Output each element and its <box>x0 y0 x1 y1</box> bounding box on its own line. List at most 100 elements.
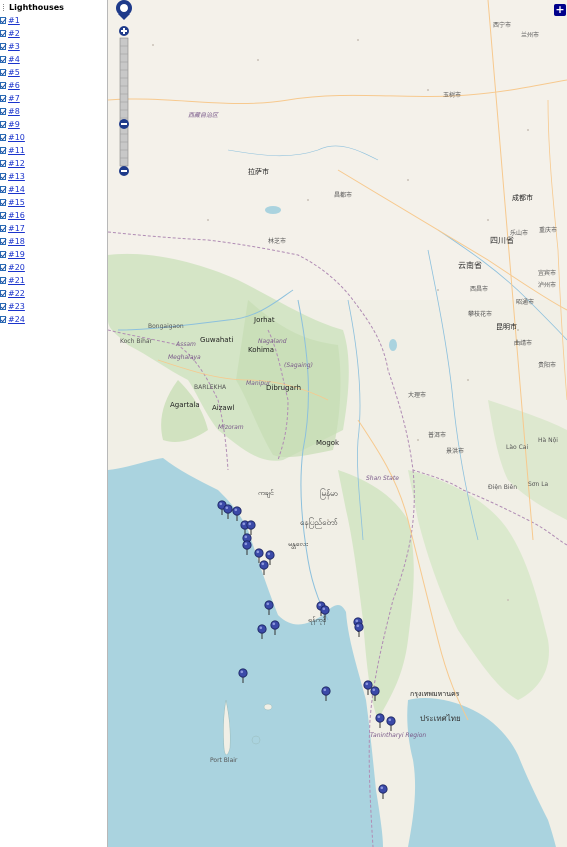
layer-title: Lighthouses <box>0 0 107 14</box>
lighthouse-list-item[interactable]: #6 <box>0 79 107 92</box>
checkbox-checked-icon[interactable] <box>0 108 6 115</box>
label-lanzhou: 兰州市 <box>521 32 540 39</box>
lighthouse-marker-icon[interactable] <box>242 540 252 556</box>
lighthouse-list-item[interactable]: #22 <box>0 287 107 300</box>
lighthouse-list-item[interactable]: #18 <box>0 235 107 248</box>
checkbox-checked-icon[interactable] <box>0 134 6 141</box>
lighthouse-link[interactable]: #1 <box>8 14 20 27</box>
checkbox-checked-icon[interactable] <box>0 264 6 271</box>
pan-control[interactable] <box>116 0 132 20</box>
lighthouse-list-item[interactable]: #2 <box>0 27 107 40</box>
checkbox-checked-icon[interactable] <box>0 56 6 63</box>
lighthouse-list-item[interactable]: #19 <box>0 248 107 261</box>
checkbox-checked-icon[interactable] <box>0 251 6 258</box>
lighthouse-link[interactable]: #20 <box>8 261 25 274</box>
checkbox-checked-icon[interactable] <box>0 225 6 232</box>
zoom-out-button[interactable] <box>119 166 129 176</box>
lighthouse-link[interactable]: #16 <box>8 209 25 222</box>
lighthouse-marker-icon[interactable] <box>378 784 388 800</box>
checkbox-checked-icon[interactable] <box>0 186 6 193</box>
lighthouse-link[interactable]: #13 <box>8 170 25 183</box>
lighthouse-link[interactable]: #6 <box>8 79 20 92</box>
lighthouse-link[interactable]: #22 <box>8 287 25 300</box>
lighthouse-link[interactable]: #23 <box>8 300 25 313</box>
lighthouse-marker-icon[interactable] <box>238 668 248 684</box>
lighthouse-marker-icon[interactable] <box>259 560 269 576</box>
lighthouse-link[interactable]: #4 <box>8 53 20 66</box>
lighthouse-link[interactable]: #2 <box>8 27 20 40</box>
label-mizoram: Mizoram <box>218 424 244 431</box>
lighthouse-marker-icon[interactable] <box>320 605 330 621</box>
checkbox-checked-icon[interactable] <box>0 316 6 323</box>
lighthouse-link[interactable]: #12 <box>8 157 25 170</box>
lighthouse-list-item[interactable]: #16 <box>0 209 107 222</box>
lighthouse-list-item[interactable]: #14 <box>0 183 107 196</box>
lighthouse-marker-icon[interactable] <box>264 600 274 616</box>
checkbox-checked-icon[interactable] <box>0 277 6 284</box>
lighthouse-list-item[interactable]: #11 <box>0 144 107 157</box>
checkbox-checked-icon[interactable] <box>0 69 6 76</box>
lighthouse-list-item[interactable]: #8 <box>0 105 107 118</box>
label-agartala: Agartala <box>170 401 200 409</box>
lighthouse-link[interactable]: #8 <box>8 105 20 118</box>
checkbox-checked-icon[interactable] <box>0 173 6 180</box>
lighthouse-marker-icon[interactable] <box>375 713 385 729</box>
lighthouse-list-item[interactable]: #5 <box>0 66 107 79</box>
lighthouse-list-item[interactable]: #4 <box>0 53 107 66</box>
lighthouse-list-item[interactable]: #21 <box>0 274 107 287</box>
lighthouse-link[interactable]: #21 <box>8 274 25 287</box>
checkbox-checked-icon[interactable] <box>0 147 6 154</box>
zoom-slider-track[interactable] <box>119 37 129 167</box>
lighthouse-list-item[interactable]: #23 <box>0 300 107 313</box>
checkbox-checked-icon[interactable] <box>0 121 6 128</box>
lighthouse-list-item[interactable]: #12 <box>0 157 107 170</box>
checkbox-checked-icon[interactable] <box>0 30 6 37</box>
lighthouse-list-item[interactable]: #17 <box>0 222 107 235</box>
lighthouse-link[interactable]: #17 <box>8 222 25 235</box>
lighthouse-link[interactable]: #18 <box>8 235 25 248</box>
lighthouse-list-item[interactable]: #13 <box>0 170 107 183</box>
label-dibrugarh: Dibrugarh <box>266 384 302 392</box>
lighthouse-link[interactable]: #19 <box>8 248 25 261</box>
lighthouse-marker-icon[interactable] <box>354 622 364 638</box>
zoom-slider-handle[interactable] <box>119 119 129 129</box>
lighthouse-list-item[interactable]: #20 <box>0 261 107 274</box>
layer-switcher-button[interactable]: + <box>554 4 566 16</box>
lighthouse-list-item[interactable]: #10 <box>0 131 107 144</box>
lighthouse-link[interactable]: #14 <box>8 183 25 196</box>
lighthouse-link[interactable]: #24 <box>8 313 25 326</box>
lighthouse-marker-icon[interactable] <box>321 686 331 702</box>
lighthouse-list-item[interactable]: #15 <box>0 196 107 209</box>
checkbox-checked-icon[interactable] <box>0 303 6 310</box>
checkbox-checked-icon[interactable] <box>0 290 6 297</box>
lighthouse-list-item[interactable]: #1 <box>0 14 107 27</box>
lighthouse-link[interactable]: #7 <box>8 92 20 105</box>
lighthouse-marker-icon[interactable] <box>370 686 380 702</box>
lighthouse-marker-icon[interactable] <box>257 624 267 640</box>
label-qujing: 曲靖市 <box>514 340 533 347</box>
lighthouse-link[interactable]: #9 <box>8 118 20 131</box>
lighthouse-link[interactable]: #11 <box>8 144 25 157</box>
checkbox-checked-icon[interactable] <box>0 199 6 206</box>
lighthouse-marker-icon[interactable] <box>270 620 280 636</box>
lighthouse-link[interactable]: #10 <box>8 131 25 144</box>
map-canvas[interactable]: Guwahati Dibrugarh Kohima Agartala Aizaw… <box>108 0 567 847</box>
zoom-in-button[interactable] <box>119 26 129 36</box>
checkbox-checked-icon[interactable] <box>0 212 6 219</box>
checkbox-checked-icon[interactable] <box>0 43 6 50</box>
checkbox-checked-icon[interactable] <box>0 95 6 102</box>
lighthouse-list-item[interactable]: #24 <box>0 313 107 326</box>
checkbox-checked-icon[interactable] <box>0 82 6 89</box>
checkbox-checked-icon[interactable] <box>0 238 6 245</box>
lighthouse-link[interactable]: #3 <box>8 40 20 53</box>
lighthouse-list-item[interactable]: #7 <box>0 92 107 105</box>
lighthouse-list-item[interactable]: #9 <box>0 118 107 131</box>
lighthouse-link[interactable]: #15 <box>8 196 25 209</box>
lighthouse-list-item[interactable]: #3 <box>0 40 107 53</box>
checkbox-checked-icon[interactable] <box>0 160 6 167</box>
lighthouse-link[interactable]: #5 <box>8 66 20 79</box>
label-portblair: Port Blair <box>210 757 238 764</box>
label-myanmar: မြန်မာ <box>320 489 338 498</box>
checkbox-checked-icon[interactable] <box>0 17 6 24</box>
lighthouse-marker-icon[interactable] <box>386 716 396 732</box>
